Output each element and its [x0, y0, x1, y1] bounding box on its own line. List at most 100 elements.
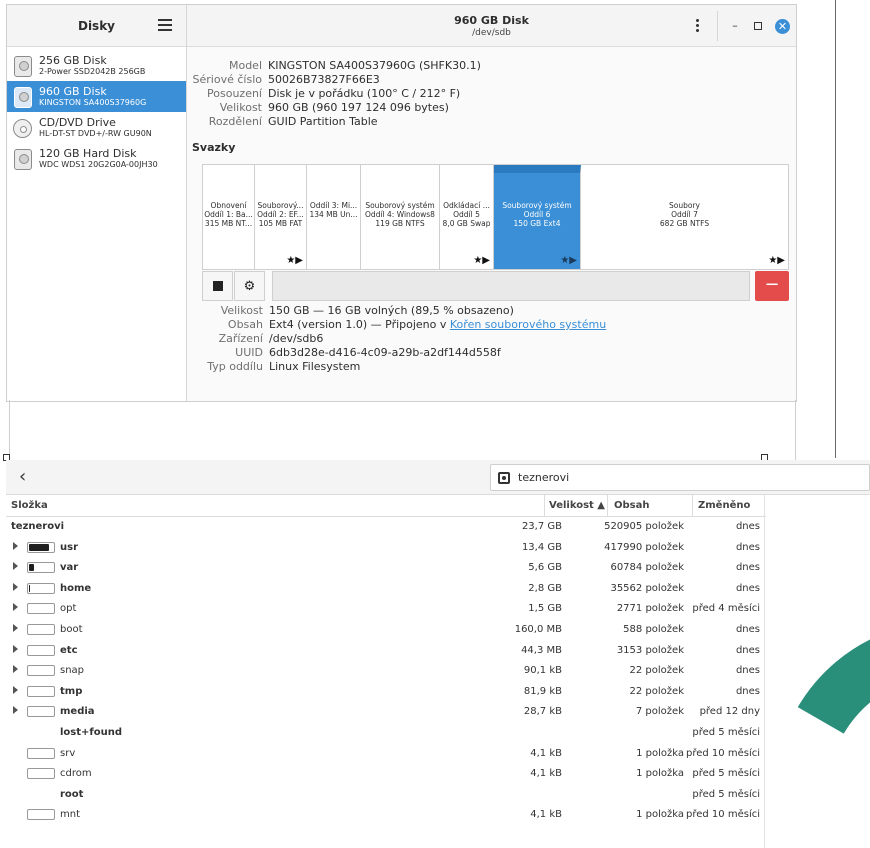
minimize-button[interactable]: –: [730, 20, 740, 31]
size-value: 960 GB (960 197 124 096 bytes): [268, 101, 449, 114]
sidebar-item-disk[interactable]: 256 GB Disk 2-Power SSD2042B 256GB: [7, 50, 186, 81]
table-row[interactable]: mnt 4,1 kB 1 položka před 10 měsíci: [6, 805, 766, 826]
vol-uuid-label: UUID: [235, 346, 263, 359]
delete-partition-button[interactable]: −: [755, 271, 789, 301]
close-button[interactable]: ✕: [775, 19, 790, 34]
table-row[interactable]: tmp 81,9 kB 22 položek dnes: [6, 682, 766, 703]
location-bar[interactable]: teznerovi: [490, 464, 870, 491]
table-row[interactable]: home 2,8 GB 35562 položek dnes: [6, 579, 766, 600]
partition-segment[interactable]: Souborový systém Oddíl 4: Windows8 119 GB …: [361, 165, 440, 269]
table-row[interactable]: root před 5 měsíci: [6, 785, 766, 806]
row-contents: 60784 položek: [610, 562, 684, 574]
expander-arrow-icon[interactable]: [13, 623, 18, 632]
usage-bar: [27, 809, 55, 821]
table-row[interactable]: etc 44,3 MB 3153 položek dnes: [6, 641, 766, 662]
size-label: Velikost: [219, 101, 262, 114]
table-row[interactable]: var 5,6 GB 60784 položek dnes: [6, 558, 766, 579]
table-row[interactable]: boot 160,0 MB 588 položek dnes: [6, 620, 766, 641]
column-contents[interactable]: Obsah: [614, 500, 649, 511]
partition-labels: Oddíl 3: Mi... 134 MB Un...: [307, 201, 360, 219]
disk-name: 960 GB Disk: [39, 85, 107, 98]
disks-sidebar: Disky 256 GB Disk 2-Power SSD2042B 256GB 9…: [7, 5, 187, 401]
partition-labels: Souborový systém Oddíl 6 150 GB Ext4: [494, 201, 580, 228]
vol-device-label: Zařízení: [218, 332, 263, 345]
expander-arrow-icon[interactable]: [13, 665, 18, 674]
usage-bar: [27, 623, 55, 635]
partition-label: Oddíl 4: Windows8: [365, 210, 435, 219]
disk-model: HL-DT-ST DVD+/-RW GU90N: [39, 129, 152, 138]
table-row[interactable]: opt 1,5 GB 2771 položek před 4 měsíci: [6, 599, 766, 620]
partition-segment[interactable]: Oddíl 3: Mi... 134 MB Un...: [307, 165, 361, 269]
row-size: 4,1 kB: [530, 809, 562, 821]
row-modified: před 5 měsíci: [692, 788, 760, 800]
table-row[interactable]: media 28,7 kB 7 položek před 12 dny: [6, 702, 766, 723]
sidebar-header: Disky: [7, 5, 186, 47]
disk-model: 2-Power SSD2042B 256GB: [39, 67, 146, 76]
row-size: 2,8 GB: [528, 582, 562, 594]
partition-label: 682 GB NTFS: [659, 219, 710, 228]
expander-arrow-icon[interactable]: [13, 706, 18, 715]
partition-segment[interactable]: Soubory Oddíl 7 682 GB NTFS ★▶: [581, 165, 788, 269]
partition-label: Oddíl 7: [671, 210, 698, 219]
usage-bar: [27, 706, 55, 718]
sidebar-item-disk[interactable]: 120 GB Hard Disk WDC WDS1 20G2G0A-00JH30: [7, 143, 186, 174]
partition-segment[interactable]: Souborový... Oddíl 2: EF... 105 MB FAT ★▶: [255, 165, 307, 269]
table-row-root[interactable]: teznerovi 23,7 GB 520905 položek dnes: [6, 517, 766, 538]
table-row[interactable]: srv 4,1 kB 1 položka před 10 měsíci: [6, 744, 766, 765]
partition-segment[interactable]: Souborový systém Oddíl 6 150 GB Ext4 ★▶: [494, 165, 581, 269]
partition-label: Souborový...: [257, 201, 304, 210]
maximize-button[interactable]: [754, 22, 762, 30]
mount-point-link[interactable]: Kořen souborového systému: [450, 318, 606, 331]
sidebar-item-disk[interactable]: 960 GB Disk KINGSTON SA400S37960G: [7, 81, 186, 112]
row-contents: 22 položek: [629, 685, 684, 697]
pane-divider[interactable]: [764, 495, 765, 848]
partition-labels: Soubory Oddíl 7 682 GB NTFS: [581, 201, 788, 228]
table-row[interactable]: lost+found před 5 měsíci: [6, 723, 766, 744]
table-row[interactable]: cdrom 4,1 kB 1 položka před 5 měsíci: [6, 764, 766, 785]
row-size: 1,5 GB: [528, 603, 562, 615]
partition-segment[interactable]: Obnovení Oddíl 1: Ba... 315 MB NT...: [203, 165, 255, 269]
row-size: 160,0 MB: [514, 623, 562, 635]
disk-name: 120 GB Hard Disk: [39, 147, 137, 160]
back-button[interactable]: ‹: [19, 468, 26, 486]
table-row[interactable]: snap 90,1 kB 22 položek dnes: [6, 661, 766, 682]
row-modified: dnes: [735, 521, 760, 532]
usage-ring-segment[interactable]: [795, 631, 870, 737]
expander-arrow-icon[interactable]: [13, 562, 18, 571]
kebab-menu-icon[interactable]: [696, 19, 700, 33]
row-name: root: [60, 788, 84, 800]
disks-window: Disky 256 GB Disk 2-Power SSD2042B 256GB 9…: [6, 4, 797, 402]
expander-arrow-icon[interactable]: [13, 685, 18, 694]
column-modified[interactable]: Změněno: [698, 500, 750, 511]
vol-device-value: /dev/sdb6: [269, 332, 324, 345]
row-contents: 1 položka: [636, 809, 684, 821]
expander-arrow-icon[interactable]: [13, 541, 18, 550]
partition-label: Oddíl 6: [523, 210, 551, 219]
hamburger-menu-icon[interactable]: [158, 19, 172, 31]
partition-segment[interactable]: Odkládací ... Oddíl 5 8,0 GB Swap ★▶: [440, 165, 494, 269]
row-size: 90,1 kB: [523, 665, 562, 677]
sidebar-item-disk[interactable]: CD/DVD Drive HL-DT-ST DVD+/-RW GU90N: [7, 112, 186, 143]
usage-bar: [27, 562, 55, 574]
partition-options-button[interactable]: ⚙: [234, 271, 265, 301]
partition-label: 315 MB NT...: [204, 219, 253, 228]
disk-name: 256 GB Disk: [39, 54, 107, 67]
volumes-title: Svazky: [192, 141, 236, 154]
table-row[interactable]: usr 13,4 GB 417990 položek dnes: [6, 538, 766, 559]
row-contents: 7 položek: [635, 706, 684, 718]
disk-model: KINGSTON SA400S37960G: [39, 98, 147, 107]
row-size: 28,7 kB: [523, 706, 562, 718]
column-folder[interactable]: Složka: [11, 500, 48, 511]
expander-arrow-icon[interactable]: [13, 582, 18, 591]
expander-arrow-icon[interactable]: [13, 603, 18, 612]
folder-location-icon: [498, 472, 510, 484]
partitioning-value: GUID Partition Table: [268, 115, 378, 128]
row-name: opt: [60, 603, 77, 615]
partition-label: Oddíl 5: [453, 210, 480, 219]
column-size[interactable]: Velikost ▲: [549, 500, 605, 511]
unmount-button[interactable]: [202, 271, 233, 301]
partitioning-label: Rozdělení: [208, 115, 262, 128]
expander-arrow-icon[interactable]: [13, 644, 18, 653]
vol-type-label: Typ oddílu: [207, 360, 263, 373]
frame-line: [9, 400, 10, 460]
